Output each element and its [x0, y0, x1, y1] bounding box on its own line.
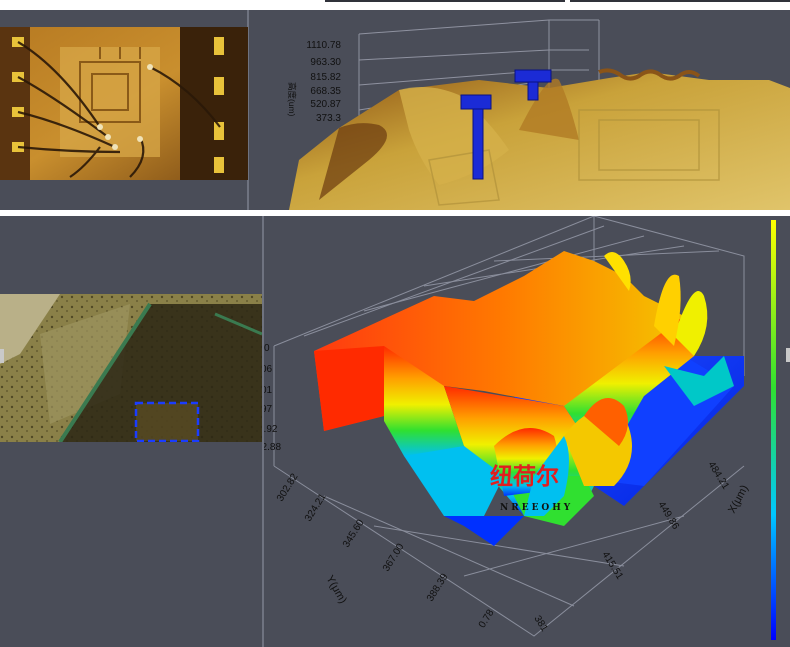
z-tick-label: 963.30 [310, 57, 341, 68]
y-tick-label: 367.00 [381, 541, 407, 573]
x-tick-label: 381 [531, 614, 549, 634]
z-tick-label: 815.82 [310, 72, 341, 83]
top-3d-surface-view: 1110.78 963.30 815.82 668.35 520.87 373.… [287, 19, 790, 210]
watermark-logo-chinese: 纽荷尔 [490, 463, 559, 490]
z-tick-label: 0 [264, 343, 270, 354]
y-tick-label: 345.60 [341, 517, 367, 549]
colorbar [771, 220, 776, 640]
x-axis-title: X(μm) [726, 483, 751, 515]
y-tick-label: 324.21 [303, 491, 329, 523]
y-tick-label: 302.82 [275, 471, 301, 503]
z-tick-label: 06 [264, 364, 273, 375]
z-tick-label: 668.35 [310, 86, 341, 97]
right-edge-handle[interactable] [786, 348, 790, 362]
sample-micrograph-image [0, 294, 262, 442]
y-axis-title: Y(μm) [323, 574, 348, 606]
z-tick-label: 520.87 [310, 99, 341, 110]
top-edge-line-2 [570, 0, 790, 2]
watermark-logo-english: NREEOHY [500, 503, 573, 513]
top-edge-line [325, 0, 565, 2]
z-tick-label: 22.88 [264, 442, 281, 453]
z-tick-label: 97 [264, 404, 273, 415]
z-tick-label: 373.3 [316, 113, 341, 124]
z-tick-label: 01 [264, 385, 273, 396]
z-tick-label: 1110.78 [306, 40, 341, 51]
bottom-3d-heightmap-view: 0 06 01 97 0.92 22.88 302.82 324.21 345.… [264, 216, 776, 640]
y-tick-label: 388.39 [425, 571, 451, 603]
z-axis-title: 高度(um) [287, 82, 297, 117]
y-tick-label: 0.78 [477, 607, 497, 630]
z-tick-label: 0.92 [264, 424, 278, 435]
chip-micrograph-image [0, 27, 248, 180]
left-edge-handle[interactable] [0, 349, 4, 363]
